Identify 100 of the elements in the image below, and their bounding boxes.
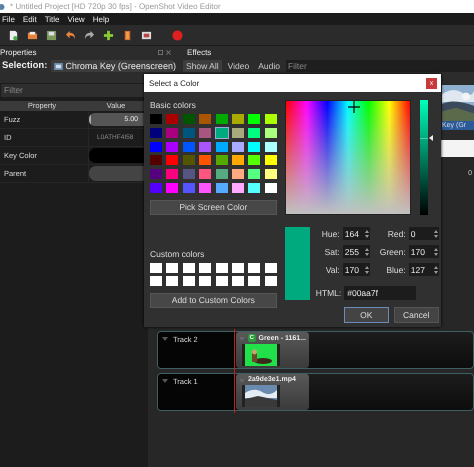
- filter-tab[interactable]: Audio: [255, 60, 283, 72]
- color-swatch[interactable]: [248, 155, 260, 166]
- color-swatch[interactable]: [216, 182, 228, 193]
- color-swatch[interactable]: [199, 262, 212, 273]
- color-swatch[interactable]: [264, 276, 277, 286]
- color-swatch[interactable]: [264, 169, 277, 180]
- color-swatch[interactable]: [232, 182, 244, 193]
- color-swatch[interactable]: [150, 276, 162, 286]
- color-swatch[interactable]: [182, 128, 195, 138]
- menu-item[interactable]: Title: [44, 14, 60, 24]
- menu-item[interactable]: File: [2, 14, 15, 24]
- color-swatch[interactable]: [248, 276, 260, 286]
- value-slider[interactable]: [420, 100, 428, 215]
- menu-item[interactable]: View: [68, 14, 85, 24]
- clip-icon[interactable]: [141, 30, 152, 40]
- spin-box[interactable]: 170: [408, 245, 439, 258]
- selection-dropdown[interactable]: Chroma Key (Greenscreen): [51, 60, 174, 72]
- color-swatch[interactable]: [166, 142, 178, 152]
- color-swatch[interactable]: [199, 276, 212, 286]
- color-swatch[interactable]: [182, 155, 195, 166]
- float-icon[interactable]: [158, 50, 163, 54]
- color-swatch[interactable]: [264, 114, 277, 124]
- color-swatch[interactable]: [150, 142, 162, 152]
- color-swatch[interactable]: [150, 155, 162, 166]
- color-swatch[interactable]: [216, 128, 228, 138]
- color-swatch[interactable]: [232, 142, 244, 152]
- color-swatch[interactable]: [232, 114, 244, 124]
- color-swatch[interactable]: [166, 262, 178, 273]
- spin-box[interactable]: 0: [408, 227, 439, 240]
- color-swatch[interactable]: [248, 114, 260, 124]
- color-swatch[interactable]: [264, 182, 277, 193]
- color-swatch[interactable]: [248, 142, 260, 152]
- color-swatch[interactable]: [232, 262, 244, 273]
- spin-box[interactable]: 127: [408, 263, 439, 276]
- color-swatch[interactable]: [182, 276, 195, 286]
- add-icon[interactable]: [103, 30, 114, 40]
- color-swatch[interactable]: [248, 169, 260, 180]
- color-swatch[interactable]: [199, 128, 212, 138]
- caret-icon[interactable]: [162, 337, 168, 341]
- caret-icon[interactable]: [162, 379, 168, 383]
- color-swatch[interactable]: [166, 128, 178, 138]
- pick-screen-color-button[interactable]: Pick Screen Color: [150, 200, 277, 215]
- color-swatch[interactable]: [182, 262, 195, 273]
- color-swatch[interactable]: [216, 169, 228, 180]
- color-swatch[interactable]: [216, 114, 228, 124]
- color-swatch[interactable]: [216, 142, 228, 152]
- color-swatch[interactable]: [232, 128, 244, 138]
- color-swatch[interactable]: [216, 276, 228, 286]
- spin-box[interactable]: 164: [342, 227, 370, 240]
- color-swatch[interactable]: [248, 128, 260, 138]
- color-swatch[interactable]: [166, 114, 178, 124]
- color-swatch[interactable]: [232, 155, 244, 166]
- color-swatch[interactable]: [150, 182, 162, 193]
- folder-icon[interactable]: [27, 30, 38, 40]
- color-swatch[interactable]: [216, 262, 228, 273]
- color-swatch[interactable]: [264, 155, 277, 166]
- add-custom-color-button[interactable]: Add to Custom Colors: [150, 292, 277, 308]
- color-swatch[interactable]: [150, 114, 162, 124]
- color-swatch[interactable]: [166, 182, 178, 193]
- spin-box[interactable]: 170: [342, 263, 370, 276]
- color-swatch[interactable]: [199, 169, 212, 180]
- color-swatch[interactable]: [232, 276, 244, 286]
- record-icon[interactable]: [172, 30, 183, 40]
- close-icon[interactable]: [166, 50, 171, 54]
- color-swatch[interactable]: [264, 128, 277, 138]
- redo-icon[interactable]: [84, 30, 95, 40]
- slider-arrow-icon[interactable]: [428, 135, 433, 142]
- filter-tab[interactable]: Video: [224, 60, 252, 72]
- menu-item[interactable]: Edit: [22, 14, 37, 24]
- color-swatch[interactable]: [199, 142, 212, 152]
- color-swatch[interactable]: [150, 169, 162, 180]
- color-swatch[interactable]: [166, 276, 178, 286]
- color-swatch[interactable]: [248, 182, 260, 193]
- color-swatch[interactable]: [150, 262, 162, 273]
- color-swatch[interactable]: [199, 114, 212, 124]
- color-swatch[interactable]: [264, 142, 277, 152]
- color-swatch[interactable]: [166, 155, 178, 166]
- color-swatch[interactable]: [248, 262, 260, 273]
- undo-icon[interactable]: [65, 30, 76, 40]
- menu-item[interactable]: Help: [92, 14, 110, 24]
- color-swatch[interactable]: [182, 142, 195, 152]
- color-swatch[interactable]: [199, 182, 212, 193]
- filter-field[interactable]: Filter: [286, 60, 474, 72]
- color-swatch[interactable]: [182, 114, 195, 124]
- color-swatch[interactable]: [264, 262, 277, 273]
- color-spectrum[interactable]: [284, 100, 411, 215]
- color-swatch[interactable]: [166, 169, 178, 180]
- dialog-button[interactable]: OK: [344, 307, 389, 323]
- html-field[interactable]: #00aa7f: [344, 286, 416, 300]
- color-swatch[interactable]: [182, 169, 195, 180]
- color-swatch[interactable]: [232, 169, 244, 180]
- color-swatch[interactable]: [182, 182, 195, 193]
- spin-box[interactable]: 255: [342, 245, 370, 258]
- new-file-icon[interactable]: [8, 30, 19, 40]
- film-icon[interactable]: [122, 30, 133, 40]
- color-swatch[interactable]: [216, 155, 228, 166]
- color-swatch[interactable]: [150, 128, 162, 138]
- save-icon[interactable]: [46, 30, 57, 40]
- dialog-button[interactable]: Cancel: [394, 307, 439, 323]
- filter-tab[interactable]: Show All: [183, 60, 222, 72]
